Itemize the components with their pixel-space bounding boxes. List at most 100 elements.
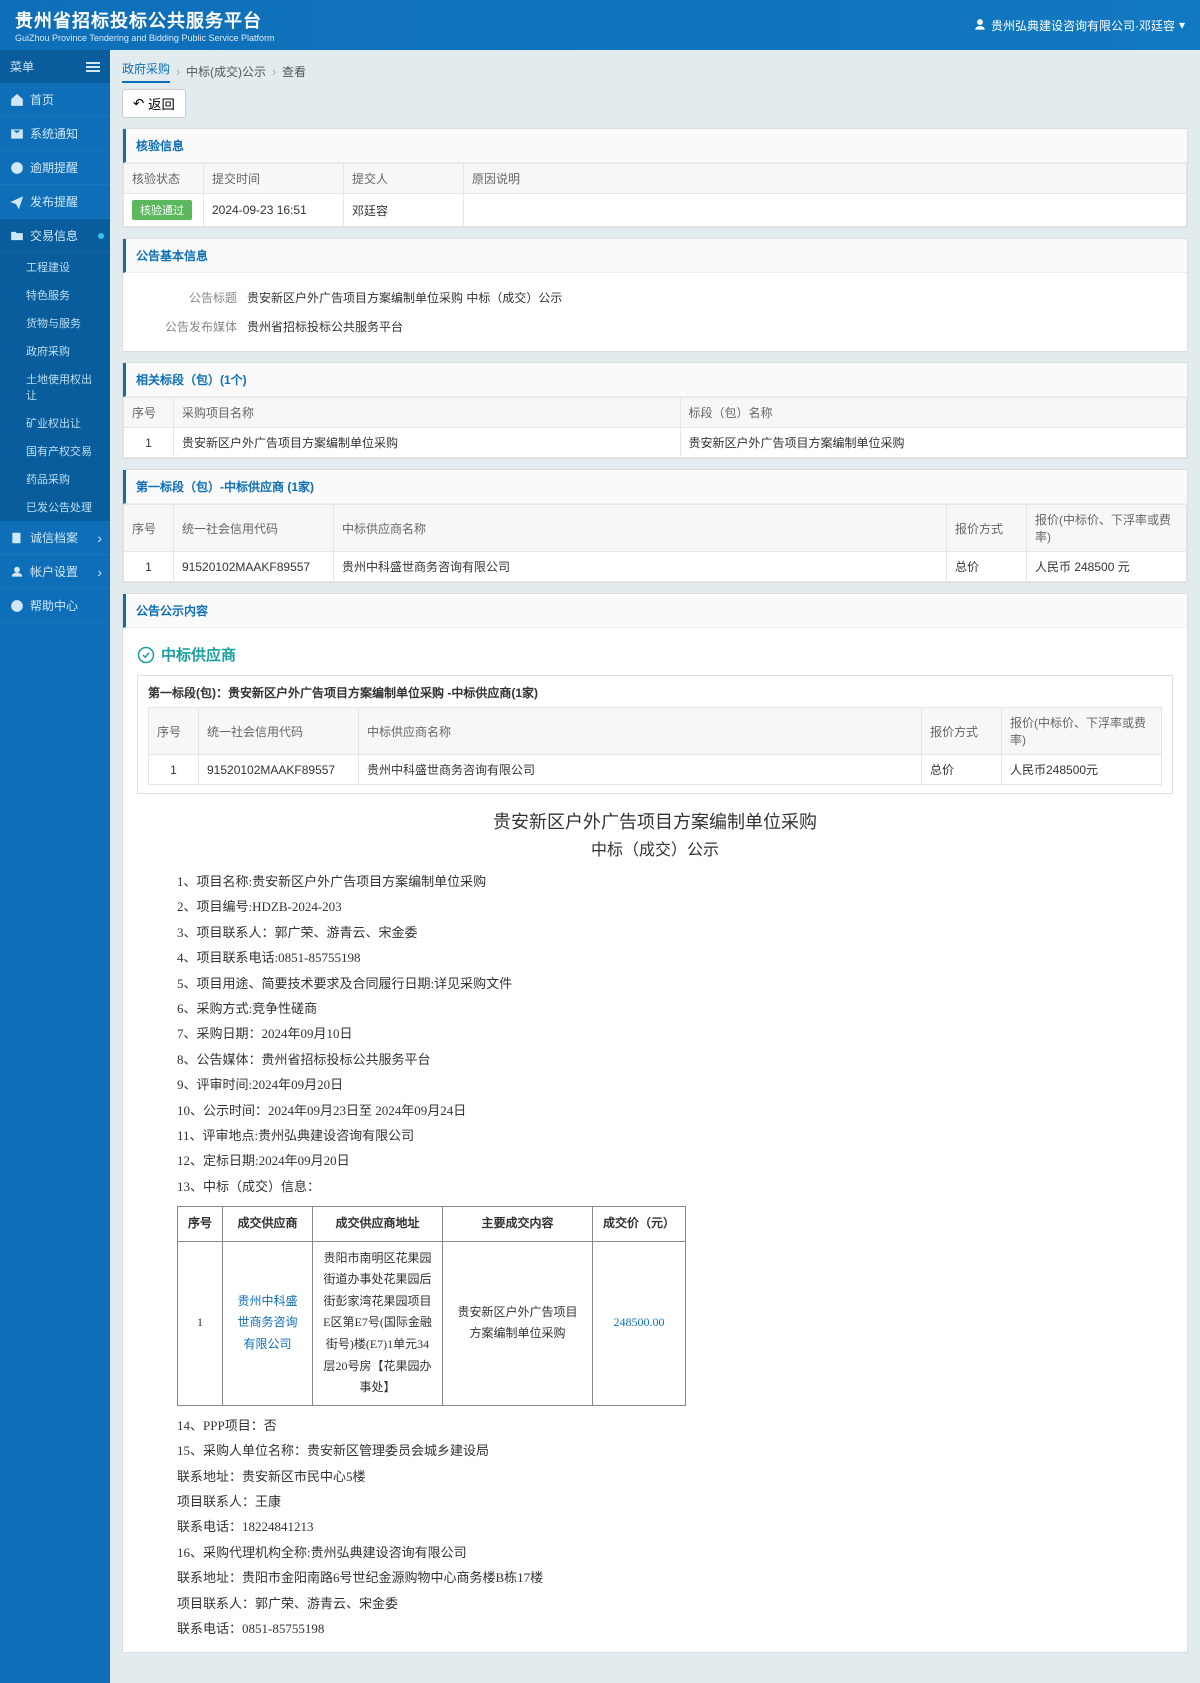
doc-line: 8、公告媒体：贵州省招标投标公共服务平台 xyxy=(177,1048,1133,1071)
cell: 贵阳市南明区花果园街道办事处花果园后街彭家湾花果园项目E区第E7号(国际金融街号… xyxy=(313,1241,443,1405)
sidebar-item-label: 交易信息 xyxy=(30,227,78,244)
logo: 贵州省招标投标公共服务平台 GuiZhou Province Tendering… xyxy=(15,7,274,43)
doc-line: 11、评审地点:贵州弘典建设咨询有限公司 xyxy=(177,1124,1133,1147)
sidebar-sub-item[interactable]: 土地使用权出让 xyxy=(0,365,110,409)
table-row: 1 贵安新区户外广告项目方案编制单位采购 贵安新区户外广告项目方案编制单位采购 xyxy=(124,428,1187,458)
th: 中标供应商名称 xyxy=(359,708,922,755)
sidebar-item[interactable]: 首页 xyxy=(0,83,110,117)
panel-title: 第一标段（包）-中标供应商 (1家) xyxy=(123,470,1187,504)
deal-table: 序号 成交供应商 成交供应商地址 主要成交内容 成交价（元） 1 贵州中科盛世商… xyxy=(177,1206,686,1406)
doc-subtitle: 中标（成交）公示 xyxy=(137,836,1173,860)
sidebar-item-label: 帐户设置 xyxy=(30,563,78,580)
user-icon xyxy=(10,565,24,579)
sidebar-item-label: 逾期提醒 xyxy=(30,159,78,176)
doc-line: 联系电话：0851-85755198 xyxy=(177,1617,1133,1640)
back-button[interactable]: ↶ 返回 xyxy=(122,89,186,118)
sidebar: 菜单 首页系统通知逾期提醒发布提醒交易信息工程建设特色服务货物与服务政府采购土地… xyxy=(0,50,110,1683)
doc-line: 1、项目名称:贵安新区户外广告项目方案编制单位采购 xyxy=(177,870,1133,893)
kv-row: 公告发布媒体 贵州省招标投标公共服务平台 xyxy=(137,312,1173,341)
user-icon xyxy=(973,18,987,32)
cell: 贵安新区户外广告项目方案编制单位采购 xyxy=(443,1241,593,1405)
doc-line: 9、评审时间:2024年09月20日 xyxy=(177,1073,1133,1096)
winner-section-header: 中标供应商 xyxy=(137,638,1173,669)
back-button-label: 返回 xyxy=(148,94,175,113)
th: 序号 xyxy=(178,1207,223,1242)
main-content: 政府采购› 中标(成交)公示› 查看 ↶ 返回 核验信息 核验状态 提交时间 提… xyxy=(110,50,1200,1683)
panel-title: 相关标段（包）(1个) xyxy=(123,363,1187,397)
menu-toggle-icon[interactable] xyxy=(86,62,100,72)
doc-body: 1、项目名称:贵安新区户外广告项目方案编制单位采购2、项目编号:HDZB-202… xyxy=(137,870,1173,1640)
sidebar-sub-item[interactable]: 货物与服务 xyxy=(0,309,110,337)
sidebar-item[interactable]: 逾期提醒 xyxy=(0,151,110,185)
sidebar-sub-item[interactable]: 工程建设 xyxy=(0,253,110,281)
cell: 1 xyxy=(124,552,174,582)
status-badge: 核验通过 xyxy=(132,200,192,220)
panel-basic-info: 公告基本信息 公告标题 贵安新区户外广告项目方案编制单位采购 中标（成交）公示 … xyxy=(122,238,1188,352)
kv-label: 公告发布媒体 xyxy=(137,318,247,335)
doc-line: 2、项目编号:HDZB-2024-203 xyxy=(177,895,1133,918)
kv-value: 贵州省招标投标公共服务平台 xyxy=(247,318,1173,335)
th: 成交供应商地址 xyxy=(313,1207,443,1242)
panel-related-lot: 相关标段（包）(1个) 序号 采购项目名称 标段（包）名称 1 贵安新区户外广告… xyxy=(122,362,1188,459)
sidebar-item[interactable]: 系统通知 xyxy=(0,117,110,151)
doc-line: 项目联系人：王康 xyxy=(177,1490,1133,1513)
crumb-item[interactable]: 政府采购 xyxy=(122,60,170,83)
th: 报价(中标价、下浮率或费率) xyxy=(1027,505,1187,552)
cell: 91520102MAAKF89557 xyxy=(199,755,359,785)
sidebar-sub-item[interactable]: 特色服务 xyxy=(0,281,110,309)
cell: 邓廷容 xyxy=(344,194,464,227)
sidebar-sub-item[interactable]: 国有产权交易 xyxy=(0,437,110,465)
doc-line: 联系地址：贵阳市金阳南路6号世纪金源购物中心商务楼B栋17楼 xyxy=(177,1566,1133,1589)
th: 统一社会信用代码 xyxy=(174,505,334,552)
sidebar-item[interactable]: 诚信档案 xyxy=(0,521,110,555)
sidebar-sub-item[interactable]: 矿业权出让 xyxy=(0,409,110,437)
cell: 1 xyxy=(124,428,174,458)
inner-winner-table: 序号 统一社会信用代码 中标供应商名称 报价方式 报价(中标价、下浮率或费率) … xyxy=(148,707,1162,785)
sidebar-title: 菜单 xyxy=(0,50,110,83)
book-icon xyxy=(10,531,24,545)
sidebar-item[interactable]: 交易信息 xyxy=(0,219,110,253)
kv-value: 贵安新区户外广告项目方案编制单位采购 中标（成交）公示 xyxy=(247,289,1173,306)
verify-table: 核验状态 提交时间 提交人 原因说明 核验通过 2024-09-23 16:51… xyxy=(123,163,1187,227)
caret-down-icon: ▾ xyxy=(1179,18,1185,32)
sidebar-item[interactable]: 帐户设置 xyxy=(0,555,110,589)
th: 统一社会信用代码 xyxy=(199,708,359,755)
th: 标段（包）名称 xyxy=(680,398,1187,428)
th: 提交时间 xyxy=(204,164,344,194)
cell: 人民币 248500 元 xyxy=(1027,552,1187,582)
th: 原因说明 xyxy=(464,164,1187,194)
logo-en: GuiZhou Province Tendering and Bidding P… xyxy=(15,33,274,43)
inner-title: 第一标段(包)：贵安新区户外广告项目方案编制单位采购 -中标供应商(1家) xyxy=(148,684,1162,701)
cell: 1 xyxy=(149,755,199,785)
doc-line: 7、采购日期：2024年09月10日 xyxy=(177,1022,1133,1045)
table-row: 1 91520102MAAKF89557 贵州中科盛世商务咨询有限公司 总价 人… xyxy=(149,755,1162,785)
doc-title: 贵安新区户外广告项目方案编制单位采购 xyxy=(137,808,1173,834)
panel-title: 核验信息 xyxy=(123,129,1187,163)
clock-icon xyxy=(10,161,24,175)
sidebar-sub-item[interactable]: 已发公告处理 xyxy=(0,493,110,521)
sidebar-item[interactable]: 发布提醒 xyxy=(0,185,110,219)
th: 序号 xyxy=(124,398,174,428)
th: 主要成交内容 xyxy=(443,1207,593,1242)
sidebar-item[interactable]: 帮助中心 xyxy=(0,589,110,623)
sidebar-sub-item[interactable]: 政府采购 xyxy=(0,337,110,365)
sidebar-sub-item[interactable]: 药品采购 xyxy=(0,465,110,493)
user-block[interactable]: 贵州弘典建设咨询有限公司·邓廷容 ▾ xyxy=(973,17,1185,34)
breadcrumb: 政府采购› 中标(成交)公示› 查看 xyxy=(122,60,1188,83)
th: 序号 xyxy=(149,708,199,755)
winner-section-label: 中标供应商 xyxy=(161,644,236,665)
th: 报价(中标价、下浮率或费率) xyxy=(1002,708,1162,755)
panel-verify-info: 核验信息 核验状态 提交时间 提交人 原因说明 核验通过 2024-09-23 … xyxy=(122,128,1188,228)
winner-table: 序号 统一社会信用代码 中标供应商名称 报价方式 报价(中标价、下浮率或费率) … xyxy=(123,504,1187,582)
supplier-link[interactable]: 贵州中科盛世商务咨询有限公司 xyxy=(223,1241,313,1405)
inner-winner-box: 第一标段(包)：贵安新区户外广告项目方案编制单位采购 -中标供应商(1家) 序号… xyxy=(137,675,1173,794)
lot-table: 序号 采购项目名称 标段（包）名称 1 贵安新区户外广告项目方案编制单位采购 贵… xyxy=(123,397,1187,458)
crumb-item[interactable]: 中标(成交)公示 xyxy=(186,63,266,80)
help-icon xyxy=(10,599,24,613)
doc-line: 10、公示时间：2024年09月23日至 2024年09月24日 xyxy=(177,1099,1133,1122)
doc-line: 4、项目联系电话:0851-85755198 xyxy=(177,946,1133,969)
sidebar-item-label: 发布提醒 xyxy=(30,193,78,210)
cell: 91520102MAAKF89557 xyxy=(174,552,334,582)
doc-line: 5、项目用途、简要技术要求及合同履行日期:详见采购文件 xyxy=(177,972,1133,995)
doc-line: 联系电话：18224841213 xyxy=(177,1515,1133,1538)
